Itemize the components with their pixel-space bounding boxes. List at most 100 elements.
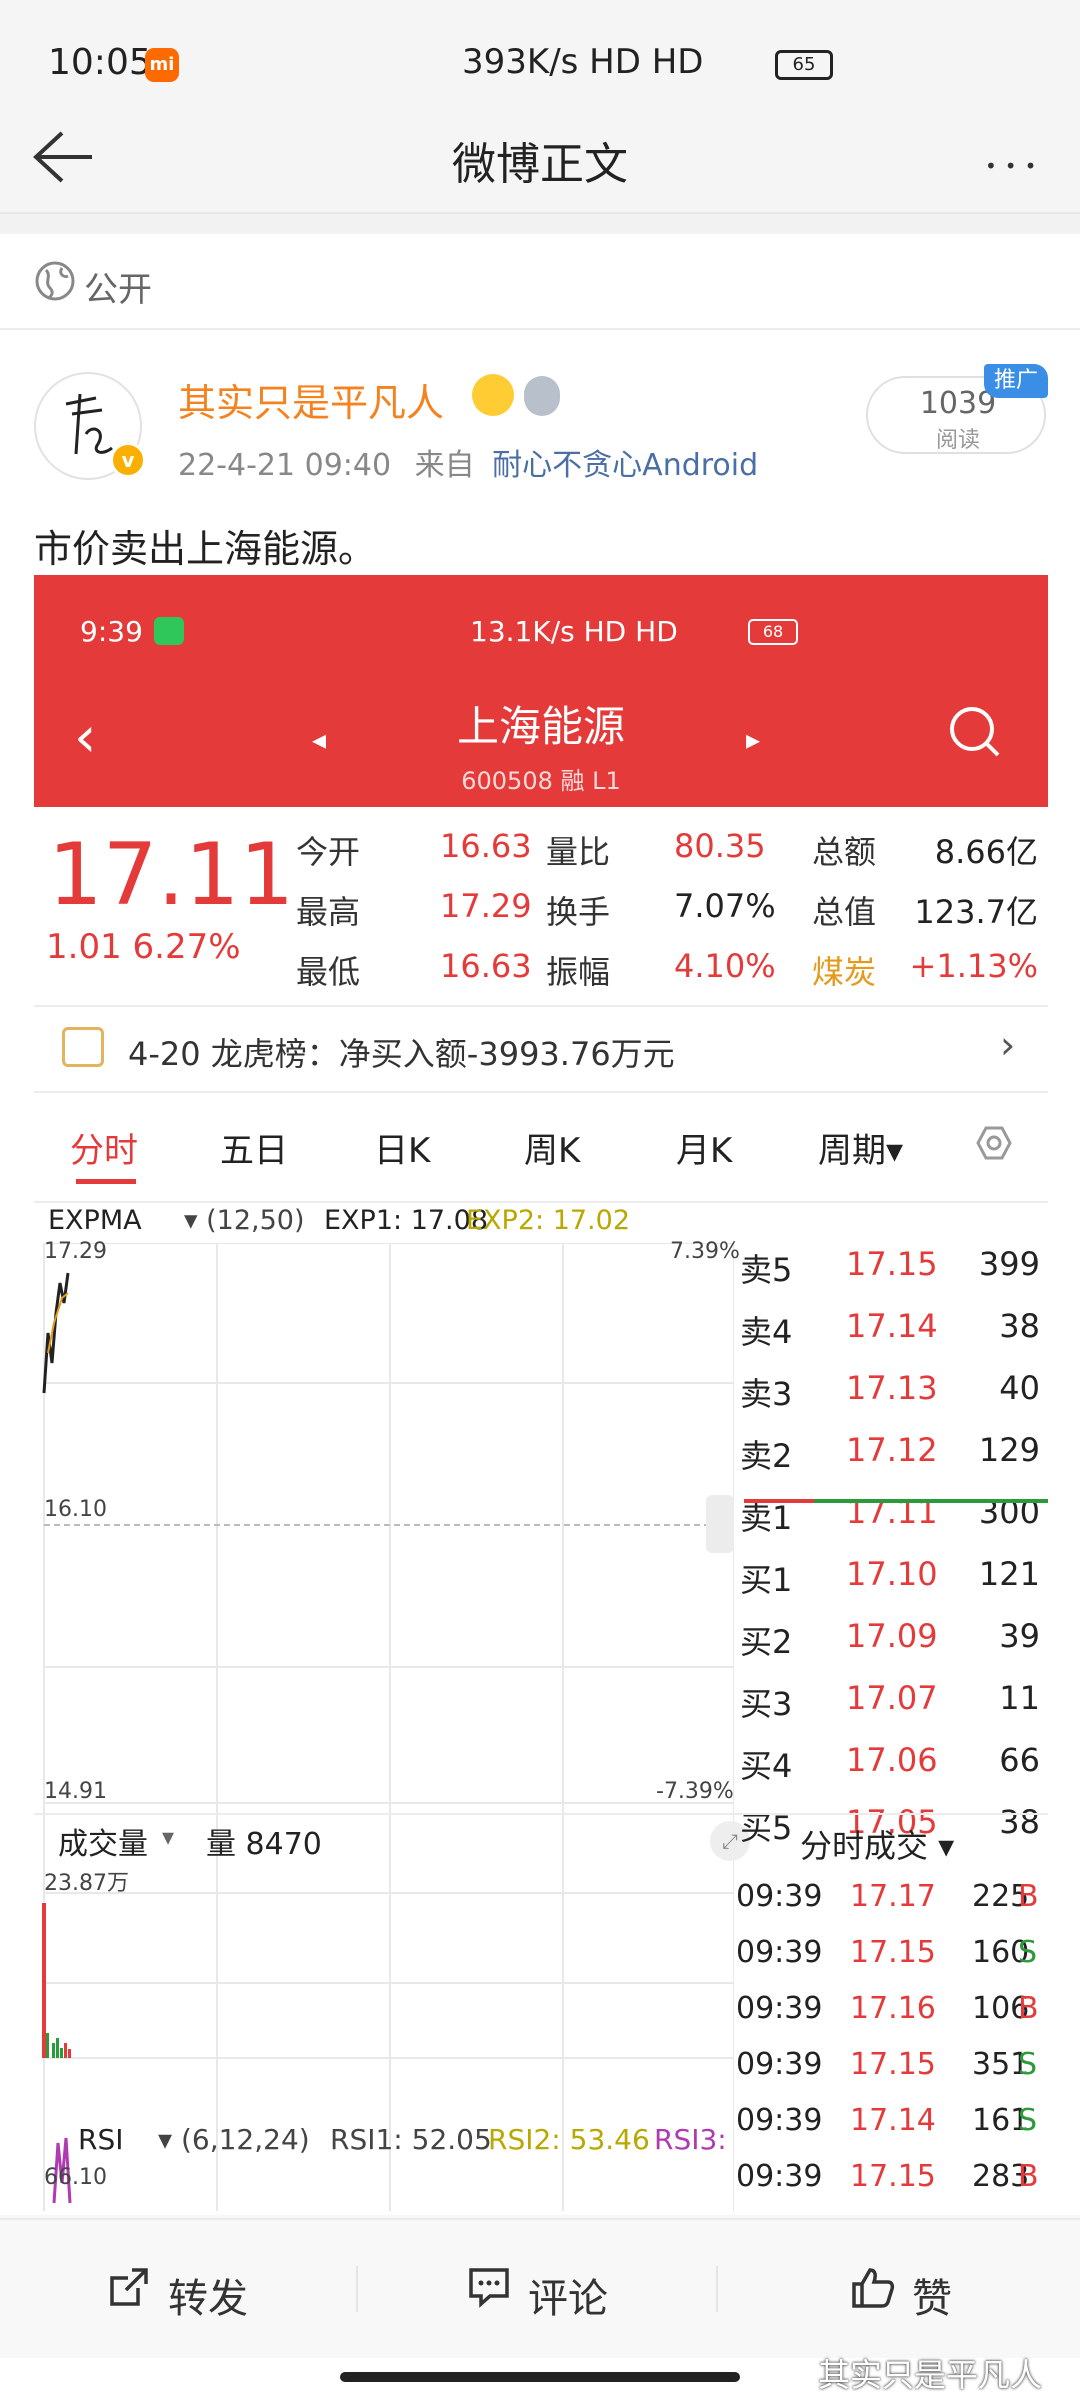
order-book-vol: 129 (978, 1431, 1040, 1469)
visibility-row: 公开 (0, 234, 1080, 330)
trade-time: 09:39 (736, 1991, 823, 2026)
order-book-vol: 11 (999, 1679, 1040, 1717)
quote-cell: 煤炭 (812, 953, 877, 991)
quote-cell: 16.63 (440, 947, 532, 985)
battery-icon: 65 (775, 50, 833, 80)
globe-icon (35, 261, 75, 301)
order-book-price: 17.10 (846, 1555, 938, 1593)
spread-line-red (744, 1499, 814, 1503)
inner-network-speed: 13.1K/s HD HD (470, 615, 678, 648)
order-book-side: 卖5 (740, 1251, 793, 1289)
order-book-vol: 39 (999, 1617, 1040, 1655)
tab-4[interactable]: 月K (676, 1123, 732, 1172)
quote-cell: 8.66亿 (934, 833, 1038, 871)
divider (34, 1091, 1048, 1093)
quote-cell: 量比 (546, 833, 611, 871)
divider (734, 1813, 1048, 1815)
quote-cell: 最低 (296, 953, 361, 991)
home-indicator[interactable] (340, 2372, 740, 2382)
quote-cell: 最高 (296, 893, 361, 931)
order-book-side: 卖4 (740, 1313, 793, 1351)
read-label: 阅读 (935, 428, 980, 453)
quote-cell: 4.10% (674, 947, 776, 985)
pct-axis-top: 7.39% (670, 1239, 740, 1264)
divider (34, 1201, 1048, 1203)
order-book-side: 买1 (740, 1561, 793, 1599)
price-change: 1.01 6.27% (46, 927, 241, 967)
trade-time: 09:39 (736, 2103, 823, 2138)
volume-value: 量 8470 (206, 1827, 322, 1862)
order-book-vol: 40 (999, 1369, 1040, 1407)
watermark: 其实只是平凡人 (818, 2356, 1043, 2394)
current-price: 17.11 (48, 825, 295, 925)
promo-tag: 推广 (984, 364, 1048, 398)
trade-flag: B (1018, 1991, 1039, 2026)
title-bar: 微博正文 ••• (0, 100, 1080, 214)
order-book-side: 买5 (740, 1809, 793, 1847)
intraday-chart (42, 1243, 734, 2211)
tab-5[interactable]: 周期▾ (818, 1123, 903, 1172)
trade-time: 09:39 (736, 1935, 823, 1970)
order-book-price: 17.12 (846, 1431, 938, 1469)
rsi3: RSI3: (654, 2123, 727, 2156)
username[interactable]: 其实只是平凡人 (178, 372, 444, 427)
trade-flag: B (1018, 1879, 1039, 1914)
repost-button[interactable]: 转发 (168, 2266, 248, 2324)
document-icon (62, 1027, 104, 1067)
order-book-vol: 38 (999, 1803, 1040, 1841)
post-source[interactable]: 耐心不贪心Android (492, 448, 758, 483)
volume-arrow-icon: ▾ (162, 1823, 175, 1851)
search-icon (950, 707, 1000, 757)
medal-icon[interactable] (524, 376, 560, 416)
post-meta: 22-4-21 09:40 来自 耐心不贪心Android (178, 440, 758, 484)
order-book-side: 卖3 (740, 1375, 793, 1413)
like-button[interactable]: 赞 (912, 2266, 952, 2324)
chevron-right-icon: › (1000, 1023, 1016, 1067)
expma-params: ▾ (12,50) (184, 1205, 305, 1236)
volume-max: 23.87万 (44, 1871, 129, 1896)
order-book-price: 17.06 (846, 1741, 938, 1779)
trade-price: 17.17 (850, 1879, 936, 1914)
order-book-side: 买3 (740, 1685, 793, 1723)
more-options-icon[interactable]: ••• (985, 154, 1044, 178)
settings-icon (976, 1126, 1012, 1160)
stock-header: 9:39 13.1K/s HD HD 68 ‹ ◂ 上海能源 600508 融 … (34, 575, 1048, 807)
active-tab-indicator (76, 1179, 136, 1184)
volume-name: 成交量 (58, 1827, 148, 1862)
trade-flag: S (1018, 1935, 1038, 1970)
stock-code: 600508 融 L1 (461, 767, 621, 795)
quote-cell: 80.35 (674, 827, 766, 865)
post-time: 22-4-21 09:40 (178, 448, 392, 483)
quote-cell: 今开 (296, 833, 361, 871)
quote-cell: 总额 (812, 833, 877, 871)
quote-cell: +1.13% (909, 947, 1038, 985)
tab-2[interactable]: 日K (374, 1123, 430, 1172)
divider (356, 2266, 358, 2312)
trade-time: 09:39 (736, 2159, 823, 2194)
trade-price: 17.15 (850, 1935, 936, 1970)
trade-price: 17.16 (850, 1991, 936, 2026)
repost-icon[interactable] (106, 2264, 152, 2310)
expma-exp1: EXP1: 17.08 (324, 1205, 488, 1236)
mi-app-icon: mi (145, 48, 179, 82)
network-speed: 393K/s HD HD (462, 42, 704, 82)
tab-1[interactable]: 五日 (220, 1123, 288, 1172)
divider (716, 2266, 718, 2312)
order-book-price: 17.15 (846, 1245, 938, 1283)
pct-axis-bottom: -7.39% (656, 1779, 734, 1804)
wechat-icon (154, 617, 184, 645)
tab-3[interactable]: 周K (524, 1123, 580, 1172)
comment-button[interactable]: 评论 (528, 2266, 608, 2324)
crown-icon[interactable] (472, 374, 514, 416)
order-book-side: 买4 (740, 1747, 793, 1785)
trade-price: 17.14 (850, 2103, 936, 2138)
order-book-vol: 66 (999, 1741, 1040, 1779)
post-image[interactable]: 9:39 13.1K/s HD HD 68 ‹ ◂ 上海能源 600508 融 … (34, 575, 1048, 2215)
quote-cell: 振幅 (546, 953, 611, 991)
tab-0[interactable]: 分时 (70, 1123, 138, 1172)
visibility-label: 公开 (84, 270, 152, 310)
trade-price: 17.15 (850, 2047, 936, 2082)
divider (0, 214, 1080, 234)
like-icon[interactable] (850, 2264, 896, 2310)
comment-icon[interactable] (466, 2264, 512, 2310)
